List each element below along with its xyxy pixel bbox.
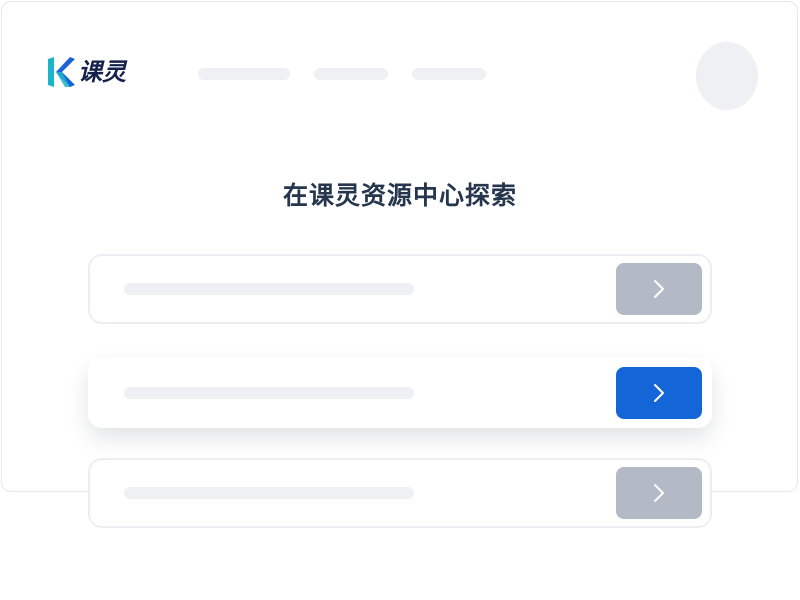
nav-item-placeholder-1[interactable] <box>198 68 290 80</box>
resource-card-2[interactable] <box>88 358 712 428</box>
brand-name: 课灵 <box>78 58 126 86</box>
card-text-placeholder <box>124 283 414 295</box>
nav-item-placeholder-2[interactable] <box>314 68 388 80</box>
stage: 课灵 在课灵资源中心探索 <box>0 0 800 600</box>
card-text-placeholder <box>124 487 414 499</box>
card-go-button-2[interactable] <box>616 367 702 419</box>
nav-item-placeholder-3[interactable] <box>412 68 486 80</box>
card-go-button-3[interactable] <box>616 467 702 519</box>
card-go-button-1[interactable] <box>616 263 702 315</box>
chevron-right-icon <box>654 384 664 402</box>
chevron-right-icon <box>654 280 664 298</box>
resource-card-3[interactable] <box>88 458 712 528</box>
card-text-placeholder <box>124 387 414 399</box>
avatar[interactable] <box>696 42 758 110</box>
page-title: 在课灵资源中心探索 <box>282 181 517 210</box>
k-logo-icon <box>48 57 75 87</box>
resource-card-1[interactable] <box>88 254 712 324</box>
chevron-right-icon <box>654 484 664 502</box>
brand-logo[interactable]: 课灵 <box>46 54 126 90</box>
